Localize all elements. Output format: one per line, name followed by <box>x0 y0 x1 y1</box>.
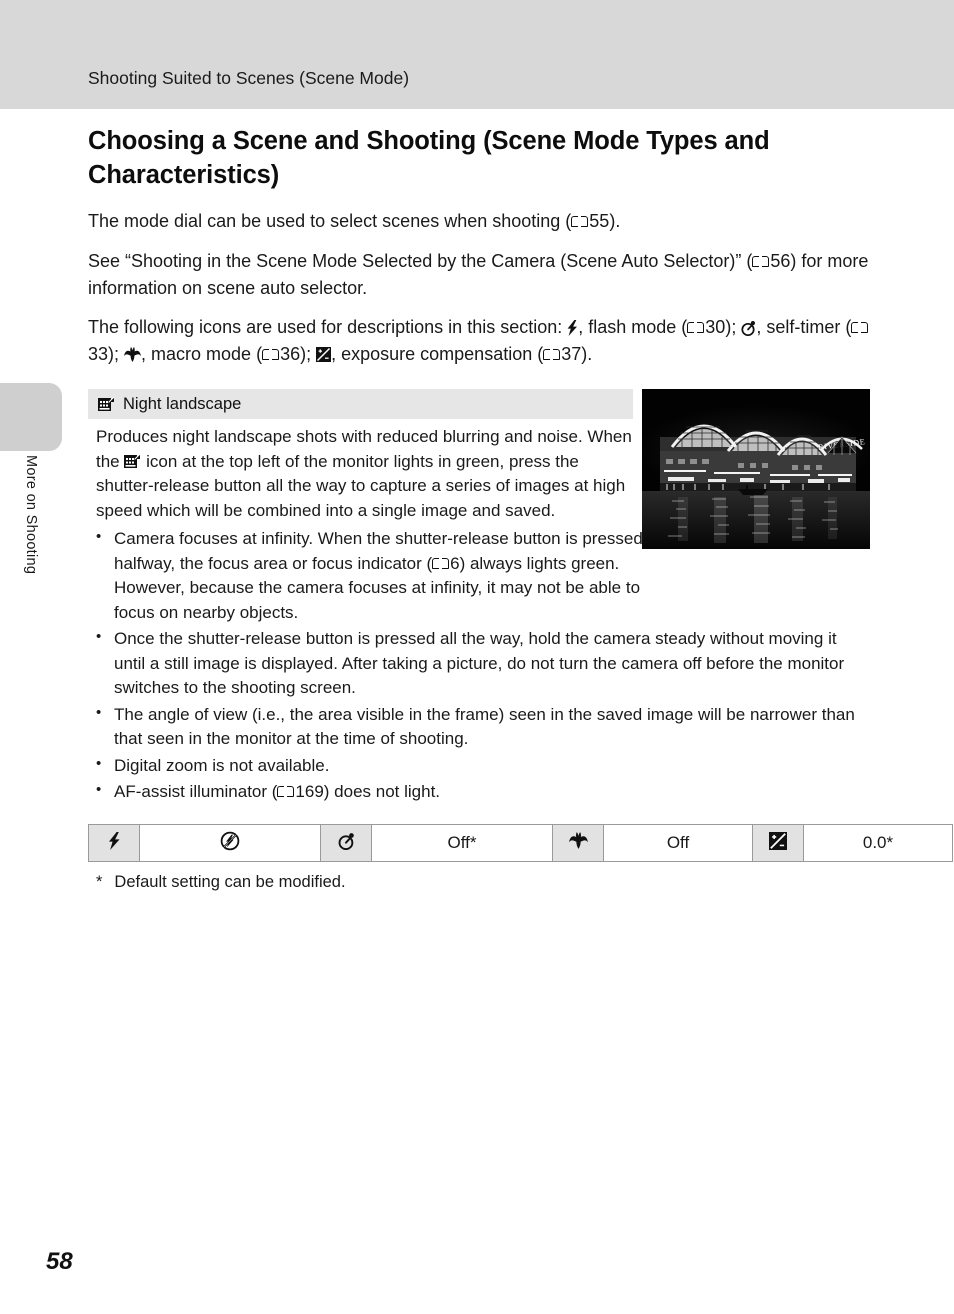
paragraph-1-text-a: The mode dial can be used to select scen… <box>88 211 572 232</box>
running-head-title: Shooting Suited to Scenes (Scene Mode) <box>88 68 410 88</box>
paragraph-2-page-ref: 56 <box>770 250 791 271</box>
intro-paragraph-2: See “Shooting in the Scene Mode Selected… <box>88 248 870 301</box>
flash-mode-icon <box>108 831 120 850</box>
macro-mode-icon <box>568 832 588 850</box>
self-timer-icon <box>741 321 756 337</box>
scene-sample-photo: RIVERSIDE <box>642 389 870 550</box>
flash-mode-cell <box>88 824 140 863</box>
paragraph-3-text-f: , macro mode ( <box>141 343 263 364</box>
scene-description: Produces night landscape shots with redu… <box>96 425 636 523</box>
note-2-text: Once the shutter-release button is press… <box>114 629 845 698</box>
list-item: Digital zoom is not available. <box>88 753 870 778</box>
exposure-compensation-icon <box>316 346 332 362</box>
paragraph-3-text-g: ); <box>300 343 317 364</box>
paragraph-3-text-d: , self-timer ( <box>756 317 852 338</box>
table-footnote: * Default setting can be modified. <box>96 873 870 892</box>
list-item: Camera focuses at infinity. When the shu… <box>88 526 654 625</box>
paragraph-3-text-a: The following icons are used for descrip… <box>88 317 568 338</box>
book-reference-icon <box>571 215 589 228</box>
scene-header-bar: Night landscape <box>88 389 633 420</box>
paragraph-3-text-i: ). <box>581 343 593 364</box>
note-5-text-a: AF-assist illuminator ( <box>114 782 278 801</box>
night-landscape-icon <box>124 453 142 468</box>
flash-mode-value-cell <box>139 824 321 863</box>
self-timer-value-cell: Off* <box>371 824 553 863</box>
scene-notes-list: Camera focuses at infinity. When the shu… <box>88 526 870 804</box>
list-item: Once the shutter-release button is press… <box>88 626 870 700</box>
note-1-ref: 6 <box>450 553 460 573</box>
scene-name: Night landscape <box>123 394 242 413</box>
book-reference-icon <box>543 348 561 361</box>
scene-block-night-landscape: RIVERSIDE <box>88 389 953 892</box>
chapter-tab-label: More on Shooting <box>23 455 39 575</box>
intro-paragraph-1: The mode dial can be used to select scen… <box>88 208 870 235</box>
paragraph-3-ref-1: 30 <box>705 317 726 338</box>
default-settings-table: Off* Off 0.0* <box>88 824 953 863</box>
self-timer-cell <box>320 824 372 863</box>
paragraph-3-text-h: , exposure compensation ( <box>331 343 544 364</box>
paragraph-3-ref-4: 37 <box>561 343 582 364</box>
book-reference-icon <box>851 321 869 334</box>
paragraph-2-text-a: See “Shooting in the Scene Mode Selected… <box>88 250 753 271</box>
note-4-text: Digital zoom is not available. <box>114 755 330 775</box>
footnote-text: Default setting can be modified. <box>114 873 346 892</box>
page-number: 58 <box>46 1248 73 1275</box>
paragraph-1-page-ref: 55 <box>589 211 610 232</box>
list-item: The angle of view (i.e., the area visibl… <box>88 702 870 752</box>
flash-off-icon <box>220 831 240 851</box>
paragraph-3-text-c: ); <box>725 317 742 338</box>
note-5-ref: 169 <box>295 782 324 801</box>
exposure-compensation-value-cell: 0.0* <box>803 824 953 863</box>
book-reference-icon <box>752 255 770 268</box>
book-reference-icon <box>277 785 295 798</box>
intro-paragraph-3: The following icons are used for descrip… <box>88 314 870 367</box>
macro-mode-cell <box>552 824 604 863</box>
book-reference-icon <box>432 557 450 570</box>
paragraph-3-text-b: , flash mode ( <box>578 317 688 338</box>
chapter-tab-label-wrap: More on Shooting <box>0 455 62 645</box>
footnote-marker: * <box>96 873 103 892</box>
paragraph-3-text-e: ); <box>108 343 125 364</box>
table-row: Off* Off 0.0* <box>88 824 953 863</box>
page-title: Choosing a Scene and Shooting (Scene Mod… <box>88 127 770 190</box>
exposure-compensation-icon <box>769 831 787 850</box>
running-head-bar: Shooting Suited to Scenes (Scene Mode) <box>0 0 954 109</box>
flash-mode-icon <box>567 320 578 337</box>
note-3-text: The angle of view (i.e., the area visibl… <box>114 704 855 749</box>
page-content: Choosing a Scene and Shooting (Scene Mod… <box>88 124 953 892</box>
book-reference-icon <box>262 348 280 361</box>
night-landscape-icon <box>98 396 115 411</box>
exposure-compensation-cell <box>752 824 804 863</box>
paragraph-3-ref-2: 33 <box>88 343 109 364</box>
book-reference-icon <box>687 321 705 334</box>
macro-mode-value-cell: Off <box>603 824 753 863</box>
paragraph-1-text-b: ). <box>609 211 621 232</box>
note-5-text-b: ) does not light. <box>323 782 441 801</box>
chapter-thumb-tab <box>0 383 62 451</box>
paragraph-3-ref-3: 36 <box>280 343 301 364</box>
list-item: AF-assist illuminator ( 169) does not lig… <box>88 779 870 804</box>
macro-mode-icon <box>124 346 142 362</box>
night-landscape-photo-svg: RIVERSIDE <box>642 389 870 550</box>
scene-description-text-b: icon at the top left of the monitor ligh… <box>96 451 626 520</box>
self-timer-icon <box>338 833 354 851</box>
